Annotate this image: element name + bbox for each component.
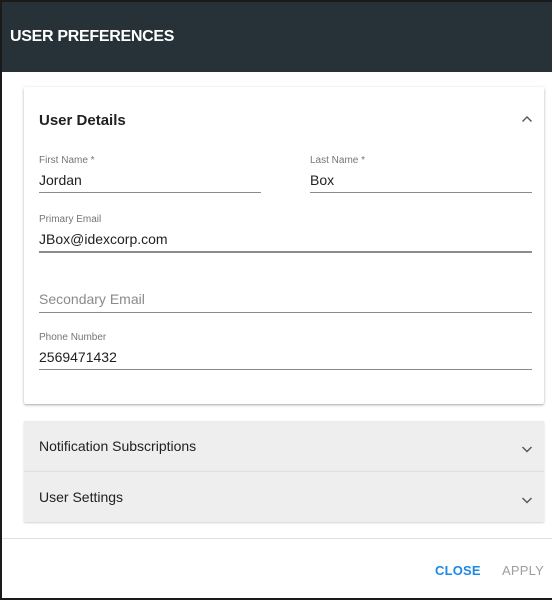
last-name-field[interactable]: Last Name * Box [310,155,532,193]
first-name-field[interactable]: First Name * Jordan [39,155,261,193]
user-settings-title: User Settings [39,489,124,505]
user-preferences-dialog: USER PREFERENCES User Details First Name… [0,0,552,600]
secondary-email-input[interactable]: Secondary Email [39,291,145,307]
chevron-down-icon [519,441,535,457]
secondary-email-underline [39,312,532,313]
chevron-up-icon [519,111,535,127]
first-name-input[interactable]: Jordan [39,172,82,188]
last-name-label: Last Name * [310,155,366,166]
user-details-panel: User Details First Name * Jordan Last Na… [24,87,544,404]
apply-button[interactable]: APPLY [502,563,544,578]
primary-email-underline [39,251,532,253]
notification-subscriptions-panel[interactable]: Notification Subscriptions [24,421,544,471]
last-name-underline [310,192,532,193]
dialog-footer: CLOSE APPLY [2,538,552,598]
close-button[interactable]: CLOSE [435,563,481,578]
dialog-header: USER PREFERENCES [2,2,552,72]
dialog-body: User Details First Name * Jordan Last Na… [2,72,552,538]
dialog-title: USER PREFERENCES [10,28,175,45]
user-settings-panel[interactable]: User Settings [24,471,544,522]
primary-email-field[interactable]: Primary Email JBox@idexcorp.com [39,214,532,254]
primary-email-input[interactable]: JBox@idexcorp.com [39,231,168,247]
phone-number-input[interactable]: 2569471432 [39,349,117,365]
secondary-email-field[interactable]: Secondary Email [39,291,532,313]
chevron-down-icon [519,492,535,508]
user-details-header[interactable]: User Details [24,87,544,147]
primary-email-label: Primary Email [39,214,102,225]
phone-number-field[interactable]: Phone Number 2569471432 [39,332,532,370]
user-details-title: User Details [39,112,126,129]
notification-subscriptions-title: Notification Subscriptions [39,438,197,454]
first-name-underline [39,192,261,193]
first-name-label: First Name * [39,155,95,166]
phone-number-underline [39,369,532,370]
phone-number-label: Phone Number [39,332,107,343]
last-name-input[interactable]: Box [310,172,334,188]
